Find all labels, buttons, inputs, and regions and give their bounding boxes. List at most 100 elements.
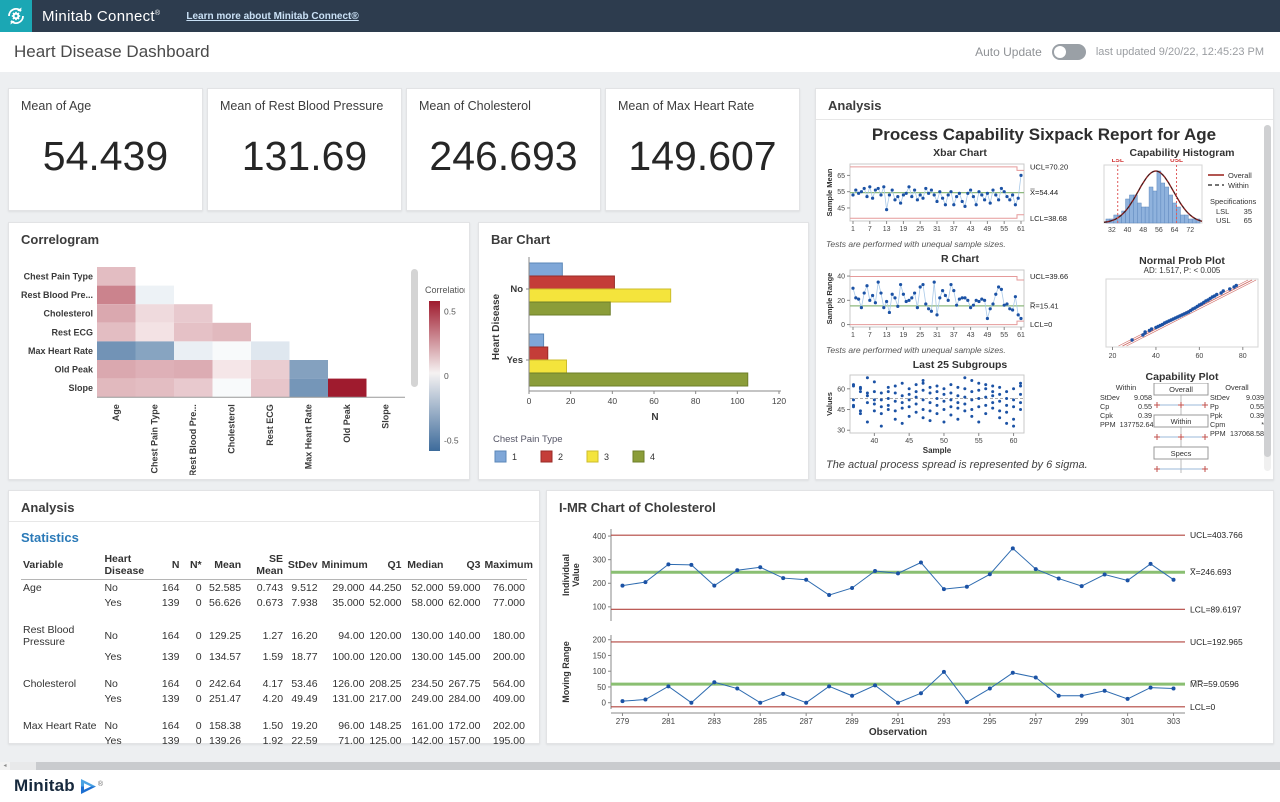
svg-text:65: 65 bbox=[1244, 216, 1252, 225]
svg-text:20: 20 bbox=[1109, 353, 1117, 360]
footer-minitab-brand: Minitab bbox=[14, 776, 75, 796]
analysis-statistics-panel: Analysis Statistics VariableHeart Diseas… bbox=[8, 490, 540, 744]
svg-text:Old Peak: Old Peak bbox=[54, 365, 94, 375]
svg-text:7: 7 bbox=[868, 332, 872, 339]
page-title: Heart Disease Dashboard bbox=[14, 42, 975, 62]
kpi-card-mean-max-heart-rate: Mean of Max Heart Rate 149.607 bbox=[605, 88, 800, 211]
svg-text:-0.5: -0.5 bbox=[444, 436, 459, 446]
svg-text:Within: Within bbox=[1171, 417, 1192, 426]
svg-text:45: 45 bbox=[905, 438, 913, 445]
svg-text:25: 25 bbox=[916, 226, 924, 233]
svg-text:Age: Age bbox=[111, 404, 121, 421]
svg-text:300: 300 bbox=[593, 555, 607, 564]
svg-text:37: 37 bbox=[950, 332, 958, 339]
svg-text:291: 291 bbox=[891, 717, 905, 726]
svg-text:61: 61 bbox=[1017, 226, 1025, 233]
svg-text:80: 80 bbox=[1239, 353, 1247, 360]
svg-text:55: 55 bbox=[1000, 332, 1008, 339]
scroll-left-arrow-icon[interactable]: ◂ bbox=[0, 762, 10, 770]
capability-histogram-title: Capability Histogram bbox=[1100, 147, 1264, 159]
footer-reg-mark: ® bbox=[98, 781, 103, 788]
svg-text:50: 50 bbox=[940, 438, 948, 445]
minitab-connect-logo-icon[interactable] bbox=[0, 0, 32, 32]
svg-text:No: No bbox=[510, 284, 523, 295]
statistics-link[interactable]: Statistics bbox=[21, 530, 539, 545]
svg-text:40: 40 bbox=[837, 274, 845, 281]
sync-gear-icon bbox=[5, 5, 27, 27]
svg-text:3: 3 bbox=[604, 452, 609, 462]
kpi-value: 54.439 bbox=[9, 113, 202, 210]
six-sigma-note: The actual process spread is represented… bbox=[826, 459, 1136, 471]
normal-prob-plot-chart: 20406080 bbox=[1100, 277, 1264, 365]
svg-text:120: 120 bbox=[772, 396, 786, 406]
svg-text:150: 150 bbox=[593, 651, 607, 660]
kpi-card-mean-rest-blood-pressure: Mean of Rest Blood Pressure 131.69 bbox=[207, 88, 402, 211]
learn-more-link[interactable]: Learn more about Minitab Connect® bbox=[186, 11, 358, 22]
auto-update-toggle[interactable] bbox=[1052, 44, 1086, 60]
panel-title: Correlogram bbox=[9, 223, 469, 253]
analysis-sixpack-panel: Analysis Process Capability Sixpack Repo… bbox=[815, 88, 1274, 480]
svg-text:LSL: LSL bbox=[1112, 159, 1124, 164]
r-chart-title: R Chart bbox=[824, 253, 1096, 265]
svg-text:20: 20 bbox=[837, 298, 845, 305]
dashboard-body: Mean of Age 54.439 Mean of Rest Blood Pr… bbox=[0, 72, 1280, 762]
svg-text:Correlation: Correlation bbox=[425, 285, 465, 295]
svg-text:LCL=89.6197: LCL=89.6197 bbox=[1190, 604, 1242, 614]
svg-text:60: 60 bbox=[837, 386, 845, 393]
imr-chart: 100200300400UCL=403.766X̅=246.693LCL=89.… bbox=[555, 523, 1267, 737]
normal-prob-plot-subtitle: AD: 1.517, P: < 0.005 bbox=[1100, 266, 1264, 275]
correlogram-panel: Correlogram Chest Pain TypeRest Blood Pr… bbox=[8, 222, 470, 480]
svg-text:Sample Mean: Sample Mean bbox=[825, 168, 834, 216]
svg-text:55: 55 bbox=[1000, 226, 1008, 233]
imr-chart-panel: I-MR Chart of Cholesterol 100200300400UC… bbox=[546, 490, 1274, 744]
svg-text:Overall: Overall bbox=[1228, 171, 1252, 180]
scrollbar-thumb[interactable] bbox=[1264, 125, 1271, 457]
svg-text:Cholesterol: Cholesterol bbox=[227, 404, 237, 454]
svg-text:Values: Values bbox=[825, 392, 834, 416]
svg-text:USL: USL bbox=[1216, 216, 1231, 225]
svg-text:100: 100 bbox=[593, 667, 607, 676]
r-chart-note: Tests are performed with unequal sample … bbox=[826, 345, 1006, 355]
horizontal-scrollbar[interactable]: ◂ bbox=[0, 762, 1280, 770]
svg-text:Observation: Observation bbox=[869, 727, 927, 737]
svg-text:Max Heart Rate: Max Heart Rate bbox=[28, 346, 93, 356]
scrollbar-thumb[interactable] bbox=[36, 762, 1280, 770]
brand-name: Minitab Connect® bbox=[42, 8, 160, 25]
svg-text:56: 56 bbox=[1155, 227, 1163, 234]
svg-text:1: 1 bbox=[851, 226, 855, 233]
panel-scrollbar[interactable] bbox=[1264, 125, 1271, 471]
svg-text:281: 281 bbox=[662, 717, 676, 726]
svg-text:20: 20 bbox=[566, 396, 576, 406]
svg-text:7: 7 bbox=[868, 226, 872, 233]
svg-text:Specifications: Specifications bbox=[1210, 197, 1257, 206]
xbar-note: Tests are performed with unequal sample … bbox=[826, 239, 1006, 249]
svg-text:37: 37 bbox=[950, 226, 958, 233]
svg-text:N: N bbox=[651, 412, 658, 423]
svg-text:45: 45 bbox=[837, 205, 845, 212]
svg-text:40: 40 bbox=[870, 438, 878, 445]
svg-text:35: 35 bbox=[1244, 207, 1252, 216]
svg-text:0: 0 bbox=[841, 322, 845, 329]
svg-text:USL: USL bbox=[1170, 159, 1183, 164]
svg-text:200: 200 bbox=[593, 579, 607, 588]
svg-text:Chest Pain Type: Chest Pain Type bbox=[493, 434, 563, 445]
svg-text:40: 40 bbox=[1124, 227, 1132, 234]
svg-text:100: 100 bbox=[730, 396, 744, 406]
capability-overall-stats: Overall StDev9.039Pp0.55Ppk0.39Cpm*PPM13… bbox=[1210, 383, 1264, 438]
svg-text:R̅=15.41: R̅=15.41 bbox=[1029, 301, 1058, 310]
svg-text:285: 285 bbox=[754, 717, 768, 726]
svg-text:Heart Disease: Heart Disease bbox=[491, 293, 502, 360]
capability-plot-title: Capability Plot bbox=[1100, 371, 1264, 383]
svg-text:LCL=0: LCL=0 bbox=[1190, 702, 1216, 712]
last-25-subgroups-chart: Values3045604045505560Sample bbox=[824, 371, 1096, 455]
svg-text:13: 13 bbox=[883, 332, 891, 339]
kpi-card-mean-age: Mean of Age 54.439 bbox=[8, 88, 203, 211]
svg-text:72: 72 bbox=[1186, 227, 1194, 234]
svg-text:48: 48 bbox=[1139, 227, 1147, 234]
svg-text:40: 40 bbox=[608, 396, 618, 406]
svg-text:295: 295 bbox=[983, 717, 997, 726]
kpi-title: Mean of Rest Blood Pressure bbox=[208, 89, 401, 113]
svg-text:0.5: 0.5 bbox=[444, 306, 456, 316]
svg-text:293: 293 bbox=[937, 717, 951, 726]
svg-text:LSL: LSL bbox=[1216, 207, 1229, 216]
